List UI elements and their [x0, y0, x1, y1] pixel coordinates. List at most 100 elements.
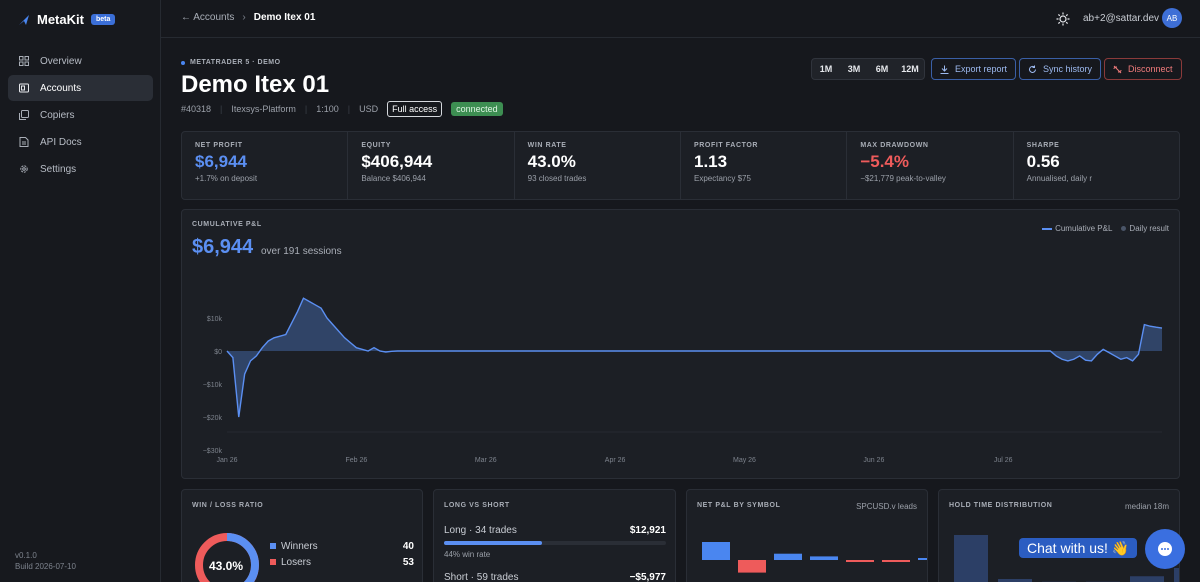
chat-prompt[interactable]: Chat with us! 👋	[1019, 538, 1138, 558]
donut-center-label: 43.0%	[209, 559, 244, 573]
long-win-rate: 44% win rate	[444, 550, 491, 559]
divider: |	[304, 104, 308, 114]
stat-sub: Balance $406,944	[361, 174, 426, 183]
long-label: Long · 34 trades	[444, 525, 517, 536]
long-bar-track	[444, 541, 666, 545]
chat-icon	[1158, 542, 1172, 556]
hold-time-card: HOLD TIME DISTRIBUTION median 18m	[938, 489, 1180, 582]
breadcrumb-back-link[interactable]: ← Accounts	[181, 12, 234, 23]
stat-value: 0.56	[1026, 152, 1060, 171]
y-tick-label: −$30k	[203, 448, 223, 455]
hold-time-bar	[1174, 568, 1179, 582]
gear-icon	[20, 165, 28, 173]
symbol-bar	[738, 560, 766, 573]
version: v0.1.0	[15, 551, 37, 560]
winners-swatch	[270, 543, 276, 549]
chevron-right-icon: ›	[242, 12, 246, 23]
sidebar-item-label: Settings	[40, 163, 77, 175]
sidebar-item-settings[interactable]: Settings	[8, 156, 153, 182]
status-dot	[181, 60, 185, 65]
unlink-icon	[1113, 65, 1122, 73]
chat-label: Chat with us!	[1027, 540, 1108, 556]
win-loss-donut	[195, 533, 259, 582]
symbol-bar	[846, 560, 874, 562]
y-tick-label: $0	[214, 349, 222, 356]
card-title: NET P&L BY SYMBOL	[697, 502, 781, 509]
sidebar-item-accounts[interactable]: Accounts	[8, 75, 153, 101]
long-value: $12,921	[629, 525, 666, 536]
account-platform: METATRADER 5 · DEMO	[190, 59, 281, 66]
page-title: Demo Itex 01	[181, 71, 330, 98]
stat-sub: Expectancy $75	[693, 174, 751, 183]
range-6m-button[interactable]: 6M	[868, 59, 896, 79]
stat-profit-factor: PROFIT FACTOR 1.13 Expectancy $75	[681, 132, 848, 199]
divider: |	[347, 104, 351, 114]
stat-value: 1.13	[693, 152, 728, 171]
account-meta: #40318 | Itexsys-Platform | 1:100 | USD …	[181, 101, 503, 117]
stat-label: EQUITY	[361, 142, 391, 149]
version-info: v0.1.0 Build 2026-07-10	[15, 550, 76, 572]
refresh-icon	[1029, 65, 1036, 73]
card-title: WIN / LOSS RATIO	[192, 502, 264, 509]
long-row: Long · 34 trades $12,921	[444, 525, 666, 536]
hold-time-bar	[954, 535, 988, 582]
symbol-bar	[810, 556, 838, 560]
pnl-area	[227, 298, 1162, 417]
hold-time-median: median 18m	[1124, 502, 1169, 511]
winners-row: Winners 40	[270, 541, 414, 552]
hold-time-bar	[1130, 576, 1164, 582]
account-server: Itexsys-Platform	[231, 104, 296, 114]
avatar[interactable]: AB	[1162, 8, 1182, 28]
range-3m-button[interactable]: 3M	[840, 59, 868, 79]
export-report-button[interactable]: Export report	[931, 58, 1017, 80]
sidebar-item-label: API Docs	[40, 136, 82, 148]
y-tick-label: −$20k	[203, 415, 223, 422]
pnl-chart[interactable]: $10k $0 −$10k −$20k −$30k Jan 26 Feb 26 Mar 26 A…	[182, 210, 1181, 480]
stat-sub: 93 closed trades	[527, 174, 587, 183]
brand[interactable]: MetaKit beta	[18, 12, 116, 27]
symbol-pnl-chart	[702, 542, 927, 573]
stat-sharpe: SHARPE 0.56 Annualised, daily r	[1014, 132, 1179, 199]
chat-button[interactable]	[1145, 529, 1185, 569]
app-name: MetaKit	[37, 12, 84, 27]
logo-icon	[19, 14, 29, 25]
stat-equity: EQUITY $406,944 Balance $406,944	[348, 132, 515, 199]
sync-history-button[interactable]: Sync history	[1019, 58, 1102, 80]
short-row: Short · 59 trades −$5,977	[444, 572, 666, 582]
x-tick-label: Jul 26	[994, 457, 1013, 464]
wave-icon: 👋	[1111, 539, 1130, 556]
sidebar-item-copiers[interactable]: Copiers	[8, 102, 153, 128]
export-report-label: Export report	[955, 64, 1008, 74]
sidebar-item-api-docs[interactable]: API Docs	[8, 129, 153, 155]
symbol-bar	[774, 553, 802, 560]
stat-label: NET PROFIT	[195, 142, 243, 149]
range-selector: 1M 3M 6M 12M	[811, 58, 925, 80]
long-short-card: LONG VS SHORT Long · 34 trades $12,921 4…	[433, 489, 676, 582]
winners-label: Winners	[281, 541, 318, 552]
x-tick-label: Feb 26	[345, 457, 367, 464]
y-tick-label: $10k	[207, 316, 223, 323]
stat-value: 43.0%	[527, 152, 576, 171]
card-title: HOLD TIME DISTRIBUTION	[949, 502, 1053, 509]
stat-label: MAX DRAWDOWN	[860, 142, 929, 149]
symbol-bar	[882, 560, 910, 562]
losers-row: Losers 53	[270, 557, 414, 568]
stat-sub: +1.7% on deposit	[195, 174, 258, 183]
topbar: ← Accounts › Demo Itex 01 ab+2@sattar.de…	[161, 0, 1200, 38]
range-1m-button[interactable]: 1M	[812, 59, 840, 79]
stat-label: PROFIT FACTOR	[693, 142, 759, 149]
stat-label: SHARPE	[1026, 142, 1060, 149]
symbol-bar	[918, 558, 927, 560]
sun-icon[interactable]	[1056, 12, 1070, 26]
range-12m-button[interactable]: 12M	[896, 59, 924, 79]
breadcrumb-current: Demo Itex 01	[253, 12, 316, 23]
sidebar-nav: Overview Accounts Copiers API Docs Setti…	[8, 48, 153, 183]
wallet-icon	[19, 83, 29, 93]
disconnect-button[interactable]: Disconnect	[1104, 58, 1182, 80]
symbol-pnl-card: NET P&L BY SYMBOL SPCUSD.v leads	[686, 489, 928, 582]
sidebar: MetaKit beta Overview Accounts Copiers A…	[0, 0, 161, 582]
access-badge: Full access	[387, 101, 443, 117]
sidebar-item-overview[interactable]: Overview	[8, 48, 153, 74]
sidebar-item-label: Accounts	[40, 82, 82, 94]
losers-count: 53	[402, 557, 414, 568]
